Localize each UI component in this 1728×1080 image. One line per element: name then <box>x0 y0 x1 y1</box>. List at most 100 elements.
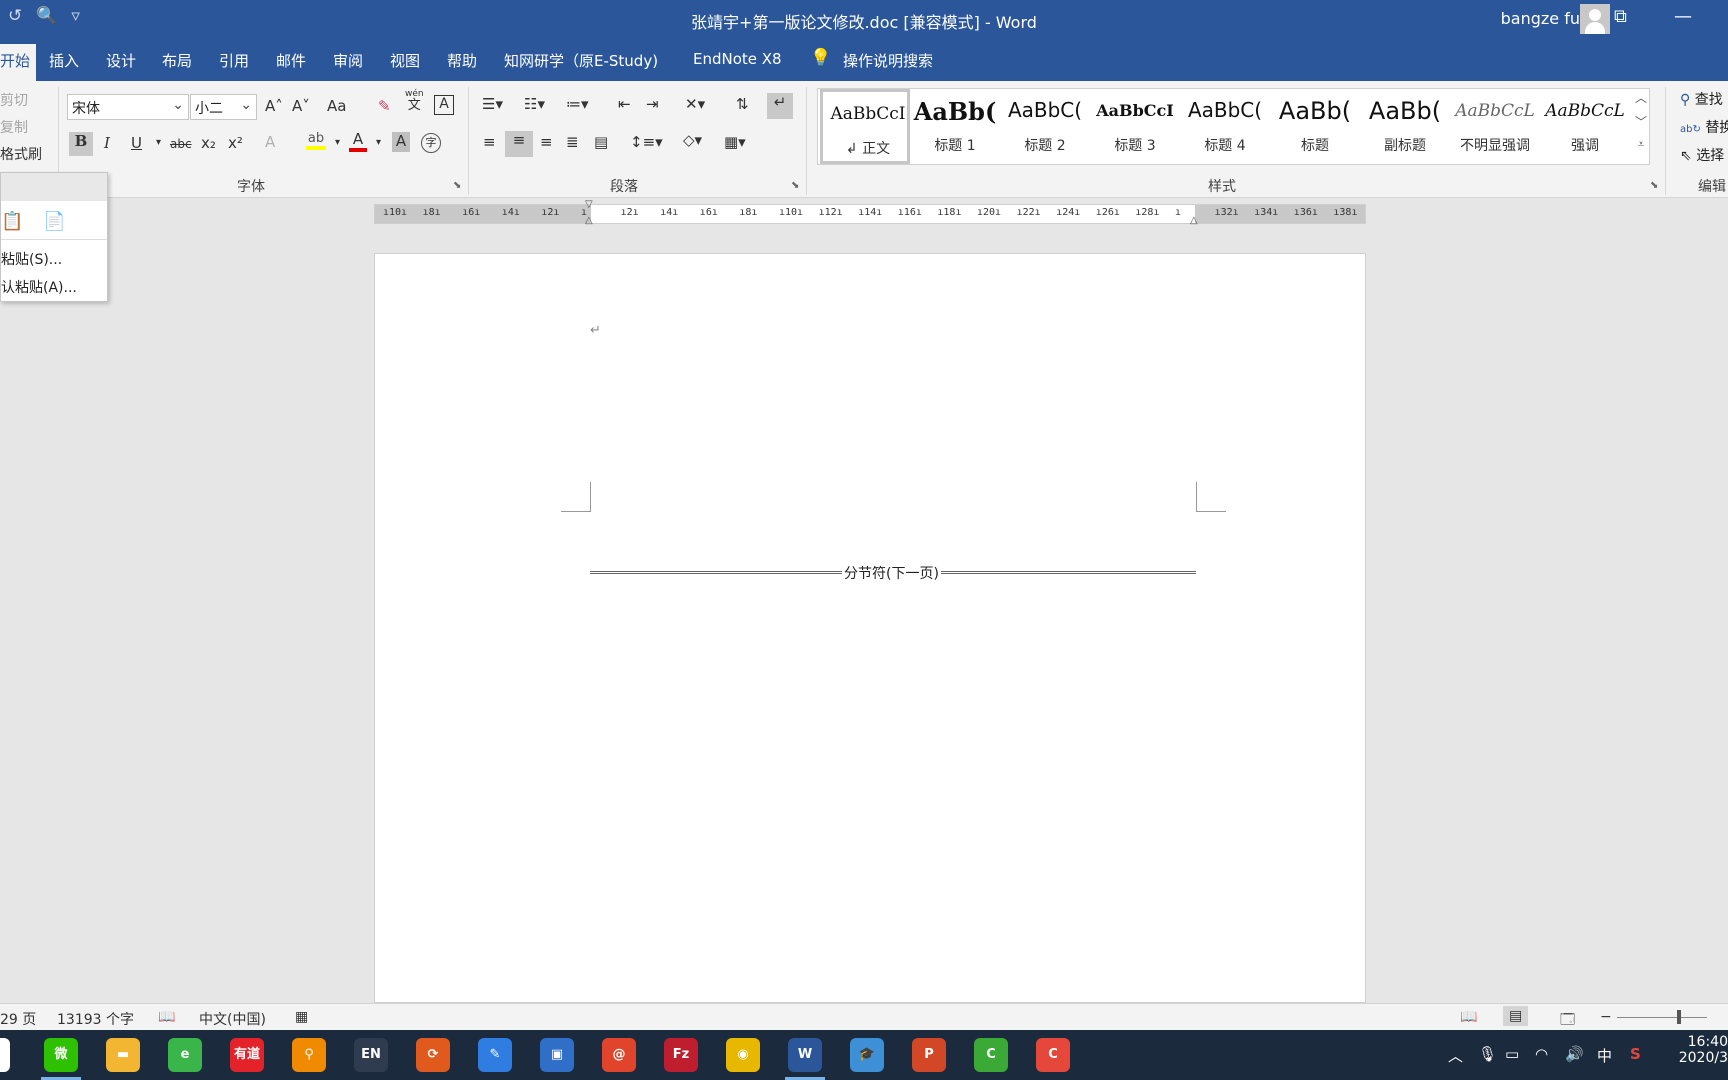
hanging-indent-marker[interactable]: △ <box>585 215 593 226</box>
ribbon-display-options-icon[interactable]: ⧉ <box>1614 6 1627 27</box>
zoom-slider-track[interactable] <box>1617 1017 1707 1018</box>
chevron-down-icon[interactable]: ⌄ <box>240 97 252 113</box>
paragraph-dialog-launcher-icon[interactable]: ⬊ <box>791 180 799 191</box>
justify-icon[interactable]: ≣ <box>566 133 579 151</box>
remote-desktop-icon[interactable]: ▣ <box>540 1038 574 1072</box>
tab-home[interactable]: 开始 <box>0 44 37 81</box>
tab-mailings[interactable]: 邮件 <box>276 50 306 71</box>
wifi-icon[interactable]: ◠ <box>1535 1045 1548 1063</box>
chevron-up-icon[interactable]: ︿ <box>1448 1045 1463 1066</box>
sync-app-icon[interactable]: ⟳ <box>416 1038 450 1072</box>
chevron-down-icon[interactable]: ﹀ <box>1631 113 1651 137</box>
borders-icon[interactable]: ▦▾ <box>724 133 746 151</box>
chrome-icon[interactable]: ◉ <box>726 1038 760 1072</box>
first-line-indent-marker[interactable]: ▽ <box>585 199 593 210</box>
style-subtle-emphasis[interactable]: AaBbCcL 不明显强调 <box>1450 89 1540 164</box>
read-mode-icon[interactable]: 📖 <box>1460 1009 1477 1025</box>
camtasia-green-icon[interactable]: C <box>974 1038 1008 1072</box>
tab-endnote[interactable]: EndNote X8 <box>693 50 782 68</box>
tab-review[interactable]: 审阅 <box>333 50 363 71</box>
horizontal-ruler[interactable]: ı10ı ı8ı ı6ı ı4ı ı2ı ı ı2ı ı4ı ı6ı ı8ı ı10ı ı12ı ı14… <box>374 199 1366 226</box>
chevron-up-icon[interactable]: ︿ <box>1631 89 1651 113</box>
bullets-icon[interactable]: ☰▾ <box>482 95 503 113</box>
superscript-button[interactable]: x² <box>228 134 243 152</box>
bold-button[interactable]: B <box>69 132 93 156</box>
explorer-icon[interactable]: ▬ <box>106 1038 140 1072</box>
spiral-app-icon[interactable]: @ <box>602 1038 636 1072</box>
chevron-down-icon[interactable]: ⌄ <box>172 97 184 113</box>
character-border-button[interactable]: A <box>434 95 454 115</box>
ime-indicator[interactable]: 中 <box>1597 1045 1612 1066</box>
font-name-combo[interactable]: 宋体 ⌄ <box>67 94 189 120</box>
enclose-characters-icon[interactable]: 字 <box>421 133 441 153</box>
replace-button[interactable]: ab↻ 替换 <box>1680 117 1728 137</box>
tab-references[interactable]: 引用 <box>219 50 249 71</box>
right-indent-marker[interactable]: △ <box>1190 215 1198 226</box>
sogou-ime-icon[interactable]: S <box>1630 1045 1641 1063</box>
paste-picture-icon[interactable]: 📋 <box>1 211 23 232</box>
italic-button[interactable]: I <box>104 134 110 152</box>
line-spacing-icon[interactable]: ↕≡▾ <box>630 133 663 151</box>
distributed-icon[interactable]: ▤ <box>594 133 608 151</box>
cut-button[interactable]: 剪切 <box>0 90 28 110</box>
font-size-combo[interactable]: 小二 ⌄ <box>190 94 257 120</box>
tab-layout[interactable]: 布局 <box>162 50 192 71</box>
print-layout-icon[interactable]: ▤ <box>1503 1006 1529 1026</box>
paste-special-item[interactable]: 粘贴(S)... <box>1 249 62 269</box>
chevron-down-icon[interactable]: ▾ <box>376 137 381 148</box>
style-title[interactable]: AaBb( 标题 <box>1270 89 1360 164</box>
select-button[interactable]: ⇖ 选择 <box>1680 145 1724 165</box>
volume-icon[interactable]: 🔊 <box>1565 1045 1584 1063</box>
language-indicator[interactable]: 中文(中国) <box>199 1009 266 1029</box>
align-left-icon[interactable]: ≡ <box>483 133 496 151</box>
word-icon[interactable]: W <box>788 1038 822 1072</box>
macro-icon[interactable]: ▦ <box>295 1009 308 1025</box>
chinese-layout-icon[interactable]: ✕▾ <box>685 95 705 113</box>
word-count[interactable]: 13193 个字 <box>57 1009 134 1029</box>
set-default-paste-item[interactable]: 认粘贴(A)... <box>1 277 77 297</box>
tab-help[interactable]: 帮助 <box>447 50 477 71</box>
tab-insert[interactable]: 插入 <box>49 50 79 71</box>
align-center-icon[interactable]: ≡ <box>505 131 533 157</box>
shading-icon[interactable]: ◇▾ <box>683 131 702 149</box>
shrink-font-button[interactable]: A˅ <box>292 97 310 115</box>
style-emphasis[interactable]: AaBbCcL 强调 <box>1540 89 1630 164</box>
style-heading-1[interactable]: AaBb( 标题 1 <box>910 89 1000 164</box>
character-shading-icon[interactable]: A <box>392 132 410 152</box>
chevron-down-icon[interactable]: ▾ <box>335 137 340 148</box>
youdao-icon[interactable]: 有道 <box>230 1038 264 1072</box>
style-heading-2[interactable]: AaBbC( 标题 2 <box>1000 89 1090 164</box>
highlight-color-icon[interactable]: ab <box>306 131 326 150</box>
strikethrough-button[interactable]: abc <box>170 137 192 151</box>
align-right-icon[interactable]: ≡ <box>540 133 553 151</box>
multilevel-list-icon[interactable]: ≔▾ <box>566 95 589 113</box>
style-heading-4[interactable]: AaBbC( 标题 4 <box>1180 89 1270 164</box>
font-color-button[interactable]: A <box>349 130 367 152</box>
tell-me-search[interactable]: 操作说明搜索 <box>843 50 933 71</box>
copy-button[interactable]: 复制 <box>0 117 28 137</box>
underline-button[interactable]: U <box>131 134 142 152</box>
change-case-button[interactable]: Aa <box>327 97 346 115</box>
tab-view[interactable]: 视图 <box>390 50 420 71</box>
camtasia-red-icon[interactable]: C <box>1036 1038 1070 1072</box>
increase-indent-icon[interactable]: ⇥ <box>646 95 659 113</box>
avatar[interactable] <box>1580 4 1610 34</box>
wechat-icon[interactable]: 微 <box>44 1038 78 1072</box>
styles-dialog-launcher-icon[interactable]: ⬊ <box>1650 180 1658 191</box>
zoom-slider-thumb[interactable] <box>1677 1010 1681 1024</box>
chevron-down-icon[interactable]: ▾ <box>156 137 161 148</box>
edu-app-icon[interactable]: 🎓 <box>850 1038 884 1072</box>
expand-gallery-icon[interactable]: ⩡ <box>1631 137 1651 161</box>
battery-icon[interactable]: ▭ <box>1505 1045 1519 1063</box>
filezilla-icon[interactable]: Fz <box>664 1038 698 1072</box>
show-formatting-marks-icon[interactable]: ↵ <box>767 93 793 119</box>
paste-text-only-icon[interactable]: 📄 <box>43 211 65 232</box>
style-heading-3[interactable]: AaBbCcI 标题 3 <box>1090 89 1180 164</box>
tab-design[interactable]: 设计 <box>106 50 136 71</box>
search-app-icon[interactable]: ⚲ <box>292 1038 326 1072</box>
style-subtitle[interactable]: AaBb( 副标题 <box>1360 89 1450 164</box>
microphone-icon[interactable]: 🎙 <box>1478 1045 1497 1063</box>
find-button[interactable]: ⚲ 查找 <box>1680 89 1723 109</box>
text-effects-icon[interactable]: A <box>265 133 275 151</box>
style-normal[interactable]: AaBbCcI ↲ 正文 <box>820 89 910 164</box>
